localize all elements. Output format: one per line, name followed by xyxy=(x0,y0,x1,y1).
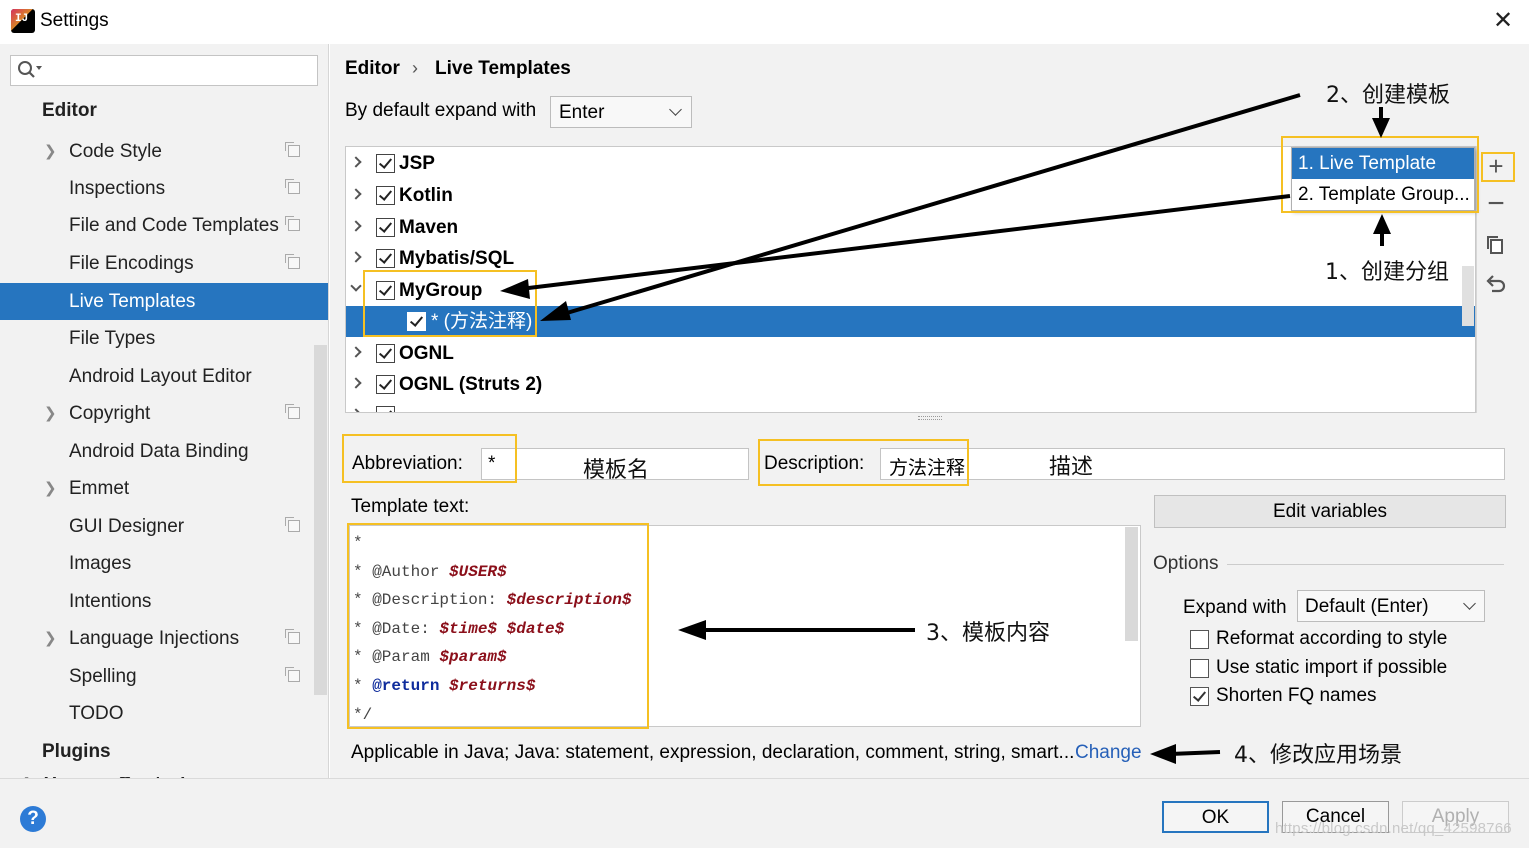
arrowhead-template xyxy=(540,301,571,321)
logo-text: IJ xyxy=(15,13,29,25)
arrow-modify-scope xyxy=(1169,750,1221,756)
annotation-arrows xyxy=(500,93,1391,764)
arrow-to-group xyxy=(511,93,1301,320)
arrowhead-group xyxy=(500,279,530,299)
